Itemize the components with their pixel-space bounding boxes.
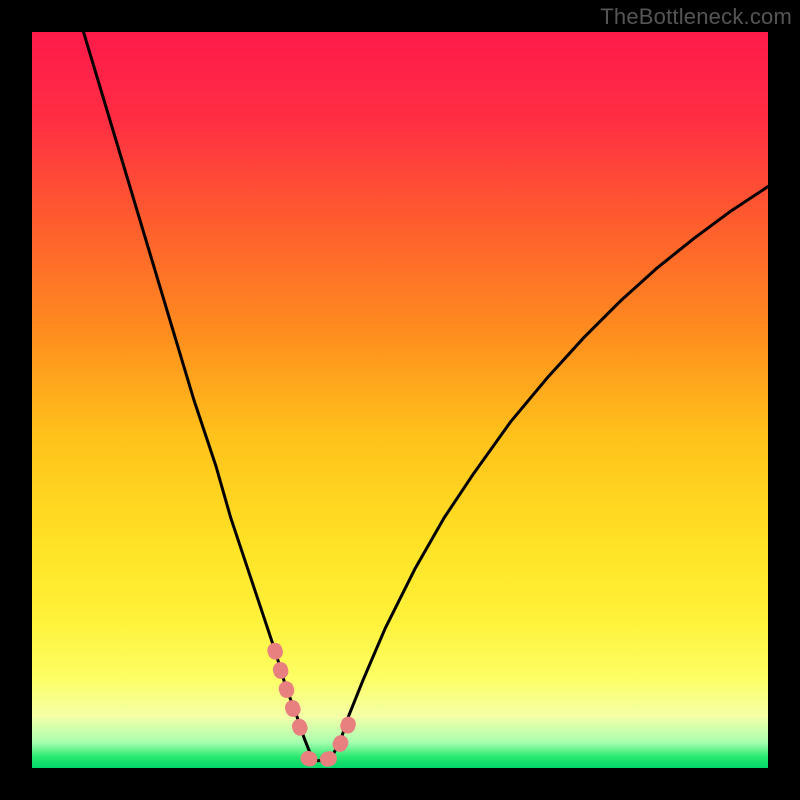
plot-area xyxy=(32,32,768,768)
plot-background xyxy=(32,32,768,768)
chart-frame: TheBottleneck.com xyxy=(0,0,800,800)
attribution-text: TheBottleneck.com xyxy=(600,4,792,30)
